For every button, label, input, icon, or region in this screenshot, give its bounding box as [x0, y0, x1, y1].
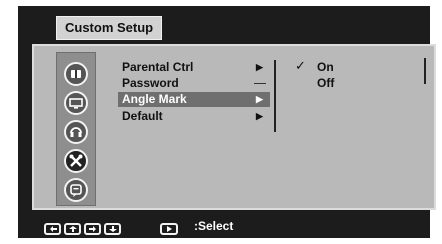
osd-window: Custom Setup Parental Ctrl ▶ Password An…	[18, 6, 436, 238]
submenu-arrow-icon: ▶	[256, 94, 263, 104]
audio-icon[interactable]	[64, 120, 88, 144]
language-icon[interactable]	[64, 178, 88, 202]
tools-icon[interactable]	[64, 149, 88, 173]
menu-item-label: Default	[122, 109, 163, 123]
select-hint: :Select	[194, 219, 234, 233]
menu-item-label: Angle Mark	[122, 92, 187, 106]
menu-item-default[interactable]: Default ▶	[118, 109, 270, 124]
submenu-scrollbar[interactable]	[424, 58, 426, 84]
submenu-arrow-icon: ▶	[256, 111, 263, 121]
menu-item-label: Password	[122, 76, 179, 90]
category-icon-column	[56, 52, 96, 206]
up-arrow-icon	[64, 223, 81, 235]
menu-title: Custom Setup	[56, 16, 163, 40]
disc-icon[interactable]	[64, 62, 88, 86]
submenu-divider	[274, 60, 276, 132]
down-arrow-icon	[104, 223, 121, 235]
submenu-option-on[interactable]: On	[317, 60, 334, 75]
submenu-option-off[interactable]: Off	[317, 76, 334, 91]
right-arrow-icon	[84, 223, 101, 235]
menu-item-label: Parental Ctrl	[122, 60, 194, 74]
menu-panel: Parental Ctrl ▶ Password Angle Mark ▶ De…	[32, 44, 436, 210]
menu-item-angle-mark[interactable]: Angle Mark ▶	[118, 92, 270, 107]
submenu-arrow-icon: ▶	[256, 62, 263, 72]
menu-item-password[interactable]: Password	[118, 76, 270, 91]
display-icon[interactable]	[64, 91, 88, 115]
left-arrow-icon	[44, 223, 61, 235]
dash-icon	[254, 83, 266, 84]
enter-icon	[160, 223, 178, 235]
menu-item-parental-ctrl[interactable]: Parental Ctrl ▶	[118, 60, 270, 75]
checkmark-icon: ✓	[295, 58, 306, 73]
